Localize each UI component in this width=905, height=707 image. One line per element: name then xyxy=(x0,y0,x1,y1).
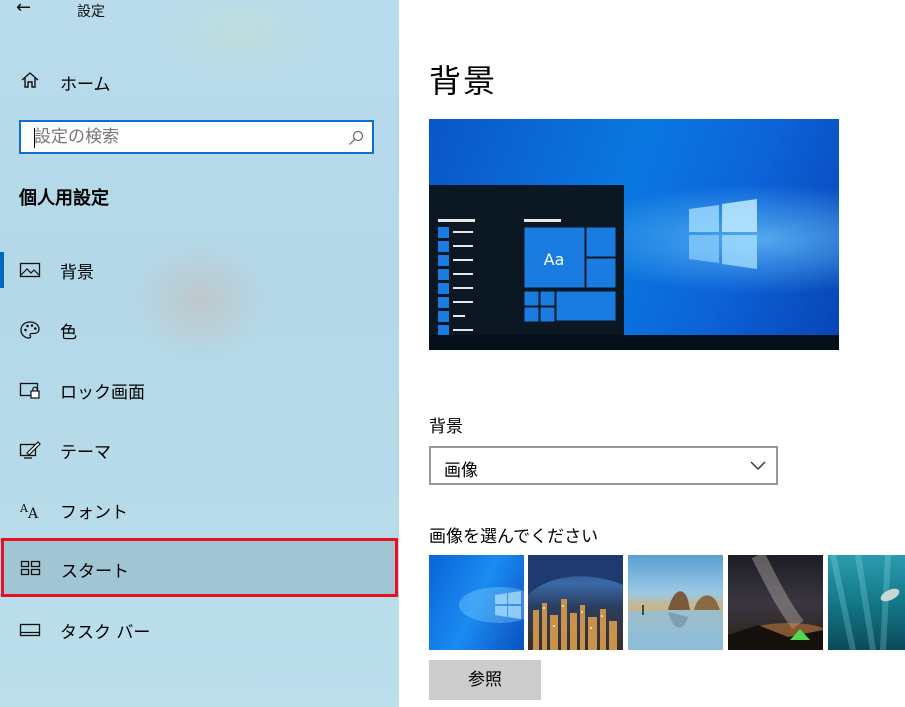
picture-icon xyxy=(19,262,41,278)
sidebar-item-label: 背景 xyxy=(60,263,94,283)
windows-logo-icon xyxy=(689,199,757,269)
choose-picture-label: 画像を選んでください xyxy=(429,527,599,547)
background-type-dropdown[interactable]: 画像 xyxy=(429,446,778,485)
sidebar-item-taskbar[interactable]: タスク バー xyxy=(0,602,399,658)
settings-search-box[interactable] xyxy=(19,120,374,154)
back-arrow-icon: ← xyxy=(16,0,32,18)
sidebar-item-label: フォント xyxy=(60,503,128,523)
windows-logo-icon xyxy=(459,587,524,623)
dropdown-value: 画像 xyxy=(444,461,478,481)
start-menu-tiles: Aa xyxy=(438,219,617,335)
active-indicator xyxy=(0,252,4,288)
background-type-label: 背景 xyxy=(429,417,463,437)
home-icon xyxy=(21,72,39,88)
search-input[interactable] xyxy=(34,126,334,148)
sidebar-item-lock-screen[interactable]: ロック画面 xyxy=(0,362,399,418)
chevron-down-icon xyxy=(750,461,766,470)
sidebar-item-label: テーマ xyxy=(60,443,111,463)
sidebar-item-label: ロック画面 xyxy=(60,383,145,403)
search-icon[interactable] xyxy=(348,130,364,146)
desktop-preview: Aa xyxy=(429,119,839,350)
thumbnail-underwater[interactable] xyxy=(828,555,905,650)
svg-text:A: A xyxy=(27,506,39,520)
lock-screen-icon xyxy=(19,382,40,399)
start-menu-preview: Aa xyxy=(429,185,624,335)
back-button[interactable]: ← xyxy=(16,0,44,20)
section-title: 個人用設定 xyxy=(19,188,109,209)
taskbar-icon xyxy=(19,623,41,637)
sidebar-item-label: タスク バー xyxy=(60,623,151,643)
main-content: 背景 Aa 背景 画像 画像を選んでください 参照 xyxy=(399,0,905,707)
beach-rocks-image xyxy=(628,591,723,650)
thumbnail-beach-rocks[interactable] xyxy=(628,555,723,650)
night-sky-image xyxy=(728,555,823,650)
picture-thumbnails xyxy=(429,555,905,650)
thumbnail-city-night[interactable] xyxy=(528,555,623,650)
thumbnail-milky-way-tent[interactable] xyxy=(728,555,823,650)
browse-button[interactable]: 参照 xyxy=(429,660,541,700)
thumbnail-windows-blue[interactable] xyxy=(429,555,524,650)
sidebar-item-colors[interactable]: 色 xyxy=(0,302,399,358)
sidebar-item-start[interactable]: スタート xyxy=(1,538,398,597)
underwater-image xyxy=(830,555,900,650)
theme-icon xyxy=(19,441,41,459)
title-bar: ← 設定 xyxy=(0,0,399,22)
home-nav-item[interactable]: ホーム xyxy=(0,64,399,98)
sidebar: ← 設定 ホーム 個人用設定 背景 色 xyxy=(0,0,399,707)
sidebar-item-label: 色 xyxy=(60,323,77,343)
sidebar-item-themes[interactable]: テーマ xyxy=(0,422,399,478)
start-tiles-icon xyxy=(20,560,41,576)
taskbar-preview xyxy=(429,335,839,350)
home-label: ホーム xyxy=(60,75,111,95)
sidebar-item-background[interactable]: 背景 xyxy=(0,242,399,298)
city-skyline-image xyxy=(528,555,623,650)
page-title: 背景 xyxy=(429,62,498,100)
sidebar-item-fonts[interactable]: A A フォント xyxy=(0,482,399,538)
tile-text: Aa xyxy=(544,250,565,269)
font-icon: A A xyxy=(19,502,39,520)
palette-icon xyxy=(20,321,40,339)
sidebar-item-label: スタート xyxy=(61,562,129,582)
app-title: 設定 xyxy=(77,4,105,20)
text-caret xyxy=(34,128,35,148)
